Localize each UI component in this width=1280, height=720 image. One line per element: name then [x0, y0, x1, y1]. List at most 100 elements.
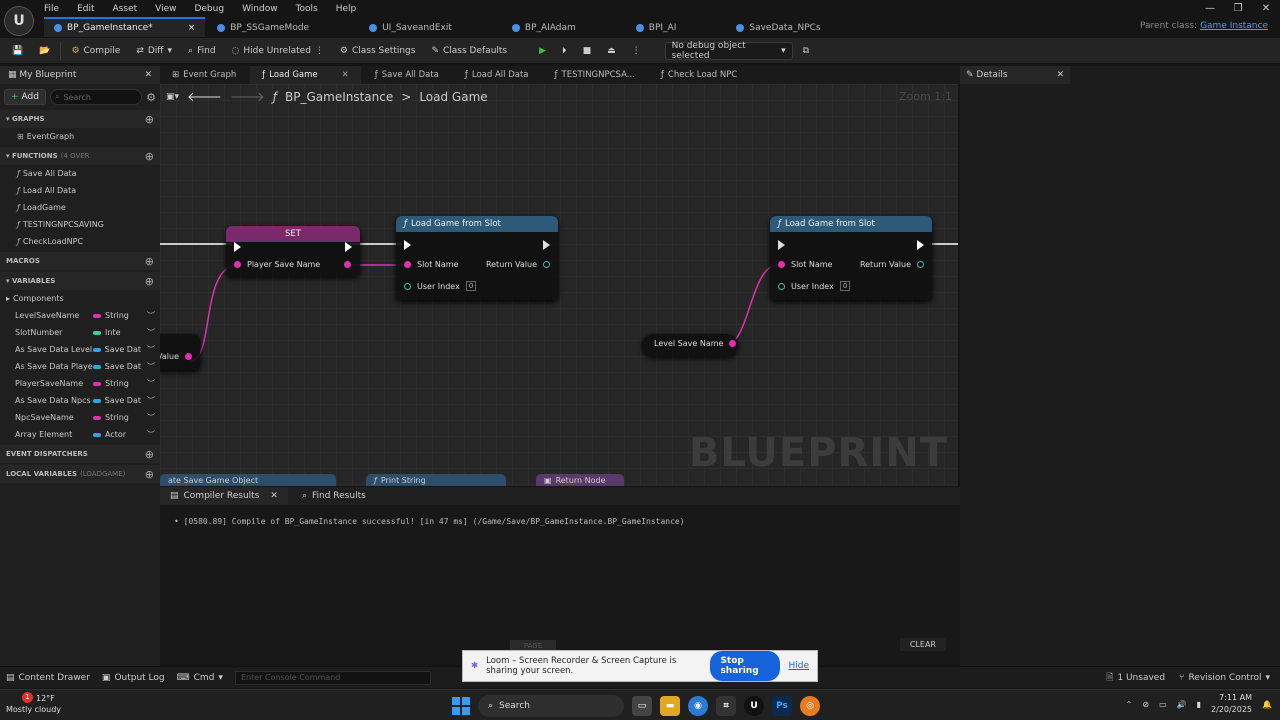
taskbar-search[interactable]: ⌕ Search [478, 695, 624, 717]
variable-type[interactable]: Actor [93, 430, 141, 439]
exec-out[interactable] [345, 242, 352, 252]
clock[interactable]: 7:11 AM 2/20/2025 [1211, 692, 1252, 716]
player-save-name-pin[interactable] [234, 261, 241, 268]
weather-widget[interactable]: 1 12°F Mostly cloudy [6, 692, 61, 715]
parent-class-link[interactable]: Game Instance [1200, 21, 1268, 31]
windows-start-icon[interactable] [452, 697, 470, 715]
step-icon[interactable]: ⏵ [556, 40, 573, 62]
photoshop-icon[interactable]: Ps [772, 696, 792, 716]
user-index-pin[interactable] [778, 282, 785, 290]
function-item-testingnpcsaving[interactable]: ƒ TESTINGNPCSAVING [0, 216, 160, 233]
menu-item-debug[interactable]: Debug [194, 4, 224, 14]
vpn-icon[interactable]: ⊘ [1142, 700, 1149, 709]
create-save-game-object-node[interactable]: ate Save Game Object [160, 474, 336, 486]
unreal-logo-icon[interactable]: U [4, 6, 34, 36]
graph-tab-load-all-data[interactable]: ƒ Load All Data [453, 66, 541, 84]
add-function-icon[interactable]: ⊕ [145, 150, 154, 163]
cmd-button[interactable]: ⌨ Cmd ▾ [177, 673, 223, 683]
graph-tab-save-all-data[interactable]: ƒ Save All Data [363, 66, 451, 84]
variable-type[interactable]: Inte [93, 328, 141, 337]
visibility-eye-icon[interactable]: ︶ [147, 310, 155, 321]
my-blueprint-tab[interactable]: ▦ My Blueprint ✕ [0, 66, 160, 84]
value-pin[interactable] [185, 353, 192, 360]
unsaved-button[interactable]: 🗎 1 Unsaved [1106, 670, 1165, 686]
variable-type[interactable]: Save Dat [93, 362, 141, 371]
exec-out-pin[interactable] [345, 242, 352, 252]
exec-out[interactable] [543, 240, 550, 250]
tab-find-results[interactable]: ⌕ Find Results [292, 487, 376, 505]
content-drawer-button[interactable]: ▤ Content Drawer [6, 673, 90, 683]
functions-section[interactable]: ▾ FUNCTIONS (4 OVER ⊕ [0, 147, 160, 165]
partial-variable-node[interactable]: Value [160, 334, 200, 370]
variable-item-as-save-data-level[interactable]: As Save Data Level Save Dat ︶ [0, 341, 160, 358]
play-icon[interactable]: ▶ [533, 40, 552, 62]
compile-button[interactable]: ⚙ Compile [65, 40, 126, 62]
add-dispatcher-icon[interactable]: ⊕ [145, 448, 154, 461]
close-icon[interactable]: ✕ [144, 70, 152, 80]
exec-out-pin[interactable] [543, 240, 550, 250]
eject-icon[interactable]: ⏏ [601, 40, 622, 62]
add-macro-icon[interactable]: ⊕ [145, 255, 154, 268]
variable-item-levelsavename[interactable]: LevelSaveName String ︶ [0, 307, 160, 324]
visibility-eye-icon[interactable]: ︶ [147, 344, 155, 355]
chevron-up-icon[interactable]: ⌃ [1126, 700, 1133, 709]
load-game-from-slot-node[interactable]: ƒ Load Game from Slot Slot Name Return Va… [396, 216, 558, 300]
variable-item-as-save-data-playe[interactable]: As Save Data Playe Save Dat ︶ [0, 358, 160, 375]
visibility-eye-icon[interactable]: ︶ [147, 429, 155, 440]
hide-unrelated-button[interactable]: ◌ Hide Unrelated ⋮ [226, 40, 330, 62]
variable-type[interactable]: String [93, 413, 141, 422]
graph-tab-event-graph[interactable]: ⊞ Event Graph [160, 66, 248, 84]
notifications-icon[interactable]: 🔔 [1262, 700, 1272, 709]
variable-item-array-element[interactable]: Array Element Actor ︶ [0, 426, 160, 443]
doc-tab-bp-gameinstance[interactable]: BP_GameInstance* × [44, 17, 206, 37]
add-local-variable-icon[interactable]: ⊕ [145, 468, 154, 481]
blender-icon[interactable]: ◎ [800, 696, 820, 716]
visibility-eye-icon[interactable]: ︶ [147, 395, 155, 406]
browse-icon[interactable]: 📂 [33, 40, 56, 62]
user-index-pin[interactable] [404, 282, 411, 290]
exec-in[interactable] [778, 240, 785, 250]
graph-tab-testingnpcsa[interactable]: ƒ TESTINGNPCSA... [543, 66, 647, 84]
load-game-from-slot-node[interactable]: ƒ Load Game from Slot Slot Name Return Va… [770, 216, 932, 300]
graphs-section[interactable]: ▾ GRAPHS ⊕ [0, 110, 160, 128]
variable-type[interactable]: String [93, 311, 141, 320]
minimize-icon[interactable]: — [1196, 0, 1224, 16]
variable-item-npcsavename[interactable]: NpcSaveName String ︶ [0, 409, 160, 426]
visibility-eye-icon[interactable]: ︶ [147, 361, 155, 372]
graph-canvas[interactable]: ▣▾ 🡐 🡒 ƒ BP_GameInstance > Load Game Zoo… [160, 84, 958, 486]
file-explorer-icon[interactable]: ▬ [660, 696, 680, 716]
console-input[interactable]: Enter Console Command [234, 670, 431, 685]
more-options-icon[interactable]: ⋮ [626, 40, 647, 62]
function-item-loadgame[interactable]: ƒ LoadGame [0, 199, 160, 216]
return-value-pin[interactable] [543, 261, 550, 268]
variable-type[interactable]: Save Dat [93, 345, 141, 354]
graph-tab-check-load-npc[interactable]: ƒ Check Load NPC [649, 66, 749, 84]
exec-out[interactable] [917, 240, 924, 250]
close-icon[interactable]: ✕ [270, 491, 278, 501]
battery-icon[interactable]: ▮ [1197, 700, 1201, 709]
chrome-icon[interactable]: ◉ [688, 696, 708, 716]
components-category[interactable]: ▸ Components [0, 290, 160, 307]
stop-sharing-button[interactable]: Stop sharing [710, 651, 781, 681]
details-tab[interactable]: ✎ Details ✕ [960, 66, 1070, 84]
close-icon[interactable]: × [188, 23, 196, 33]
return-value-pin[interactable] [917, 261, 924, 268]
debug-object-select[interactable]: No debug object selected ▾ [664, 41, 793, 61]
doc-tab-bpi-ai[interactable]: BPI_AI [626, 17, 725, 37]
level-save-name-pin[interactable] [729, 340, 737, 347]
volume-icon[interactable]: 🔊 [1177, 700, 1187, 709]
clear-button[interactable]: CLEAR [899, 638, 946, 651]
find-button[interactable]: ⌕ Find [182, 40, 222, 62]
search-input[interactable]: ⌕ Search [49, 89, 143, 105]
menu-item-help[interactable]: Help [336, 4, 357, 14]
exec-out-pin[interactable] [917, 240, 924, 250]
close-icon[interactable]: ✕ [1056, 70, 1064, 80]
graph-item-eventgraph[interactable]: ⊞ EventGraph [0, 128, 160, 145]
variable-item-playersavename[interactable]: PlayerSaveName String ︶ [0, 375, 160, 392]
player-save-name-out-pin[interactable] [344, 261, 352, 268]
add-button[interactable]: + Add [4, 89, 46, 105]
menu-item-file[interactable]: File [44, 4, 59, 14]
exec-in-pin[interactable] [404, 240, 411, 250]
doc-tab-ui-saveandexit[interactable]: UI_SaveandExit [359, 17, 500, 37]
visibility-eye-icon[interactable]: ︶ [147, 327, 155, 338]
